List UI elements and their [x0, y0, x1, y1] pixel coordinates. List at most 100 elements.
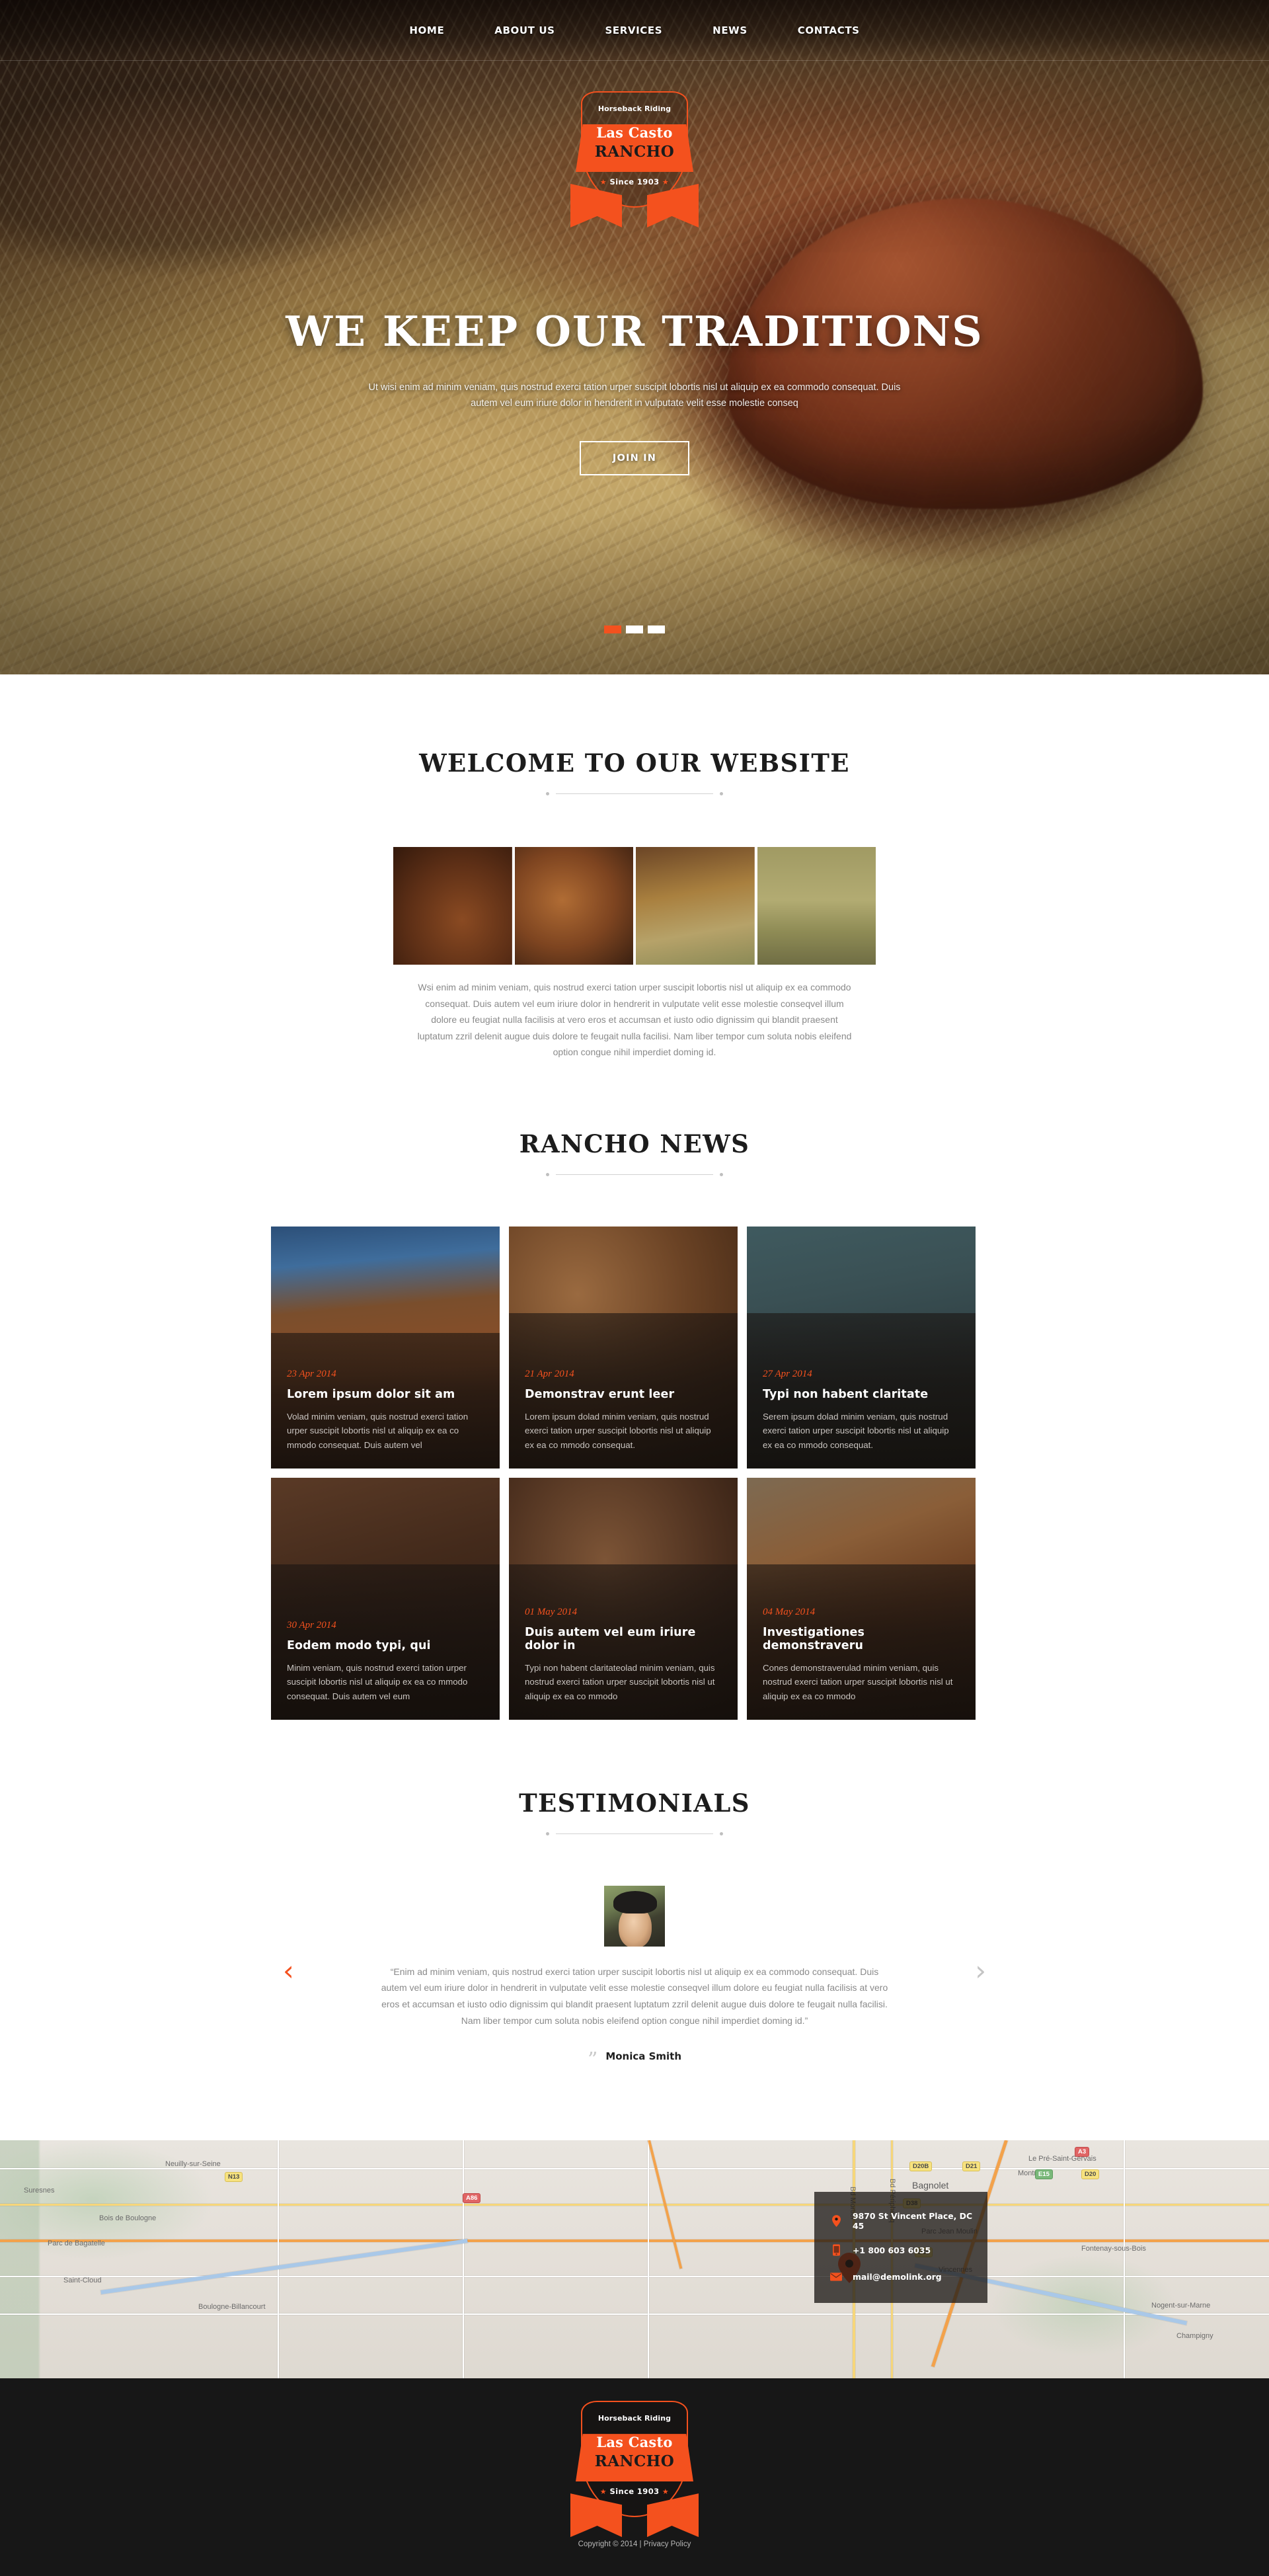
testimonial-avatar [604, 1885, 665, 1947]
slider-dot-2[interactable] [626, 625, 643, 633]
contact-address-row: 9870 St Vincent Place, DC 45 [829, 2205, 973, 2237]
section-divider [245, 1831, 1024, 1835]
carousel-next-arrow[interactable]: › [975, 1956, 986, 1985]
divider-line [556, 1833, 713, 1834]
star-icon: ★ [599, 178, 607, 186]
site-footer: Horseback Riding Las Casto RANCHO ★ Sinc… [0, 2378, 1269, 2576]
logo-name: Las Casto [596, 124, 673, 141]
news-card-title[interactable]: Duis autem vel eum iriure dolor in [525, 1626, 722, 1652]
envelope-icon [829, 2269, 843, 2284]
news-card[interactable]: 27 Apr 2014 Typi non habent claritate Se… [747, 1226, 976, 1469]
logo-since-label: Since 1903 [609, 177, 660, 186]
contact-info-box: 9870 St Vincent Place, DC 45 +1 800 603 … [814, 2192, 987, 2304]
slider-dot-3[interactable] [648, 625, 665, 633]
news-card-title[interactable]: Eodem modo typi, qui [287, 1639, 484, 1652]
join-in-button[interactable]: JOIN IN [579, 440, 690, 475]
nav-item-home[interactable]: HOME [384, 24, 469, 36]
divider-dot [546, 792, 549, 795]
logo-badge[interactable]: Horseback Riding Las Casto RANCHO ★ Sinc… [570, 91, 699, 227]
news-header: RANCHO NEWS [245, 1129, 1024, 1176]
contact-address: 9870 St Vincent Place, DC 45 [853, 2211, 973, 2232]
site-header: HOME ABOUT US SERVICES NEWS CONTACTS [0, 0, 1269, 61]
testimonials-title: TESTIMONIALS [519, 1788, 750, 1818]
news-card-title[interactable]: Typi non habent claritate [763, 1388, 960, 1401]
slider-pagination[interactable] [0, 625, 1269, 633]
divider-dot [720, 1831, 723, 1835]
star-icon: ★ [662, 2487, 670, 2497]
news-grid: 21 Apr 2014 Demonstrav erunt leer Lorem … [271, 1226, 998, 1720]
logo-name: Las Casto [596, 2434, 673, 2451]
news-card-date: 30 Apr 2014 [287, 1619, 336, 1630]
map-pin-icon [829, 2214, 843, 2228]
news-card[interactable]: 30 Apr 2014 Eodem modo typi, qui Minim v… [271, 1477, 500, 1720]
news-card-text: Serem ipsum dolad minim veniam, quis nos… [763, 1411, 949, 1450]
footer-logo-badge[interactable]: Horseback Riding Las Casto RANCHO ★ Sinc… [570, 2401, 699, 2538]
news-card-text: Minim veniam, quis nostrud exerci tation… [287, 1662, 468, 1701]
phone-icon [829, 2243, 843, 2257]
divider-dot [720, 1172, 723, 1176]
hero-description: Ut wisi enim ad minim veniam, quis nostr… [368, 382, 901, 409]
gallery-image-1[interactable] [393, 847, 512, 965]
logo-subname: RANCHO [594, 143, 675, 161]
hero-content: WE KEEP OUR TRADITIONS Ut wisi enim ad m… [0, 311, 1269, 475]
map-roads [0, 2140, 1269, 2379]
news-card-text: Typi non habent claritateolad minim veni… [525, 1662, 715, 1701]
map-section[interactable]: Bagnolet Bd Mortier Bd Périphériq Bois d… [0, 2140, 1269, 2379]
slider-dot-1[interactable] [604, 625, 621, 633]
testimonial-carousel: ‹ › “Enim ad minim veniam, quis nostrud … [283, 1885, 986, 2070]
contact-email[interactable]: mail@demolink.org [853, 2272, 942, 2282]
contact-phone[interactable]: +1 800 603 6035 [853, 2245, 931, 2255]
divider-dot [546, 1831, 549, 1835]
news-card[interactable]: 04 May 2014 Investigationes demonstraver… [747, 1477, 976, 1720]
testimonials-header: TESTIMONIALS [245, 1789, 1024, 1835]
news-card-date: 04 May 2014 [763, 1606, 816, 1617]
logo-since-label: Since 1903 [609, 2487, 660, 2497]
hero-slider: HOME ABOUT US SERVICES NEWS CONTACTS Hor… [0, 0, 1269, 674]
divider-dot [546, 1172, 549, 1176]
news-card-text: Cones demonstraverulad minim veniam, qui… [763, 1662, 953, 1701]
main-navigation: HOME ABOUT US SERVICES NEWS CONTACTS [0, 0, 1269, 61]
welcome-gallery [393, 847, 876, 965]
nav-item-services[interactable]: SERVICES [580, 24, 688, 36]
privacy-policy-link[interactable]: Privacy Policy [644, 2540, 691, 2548]
testimonials-section: TESTIMONIALS ‹ › “Enim ad minim veniam, … [0, 1720, 1269, 2141]
news-card-title[interactable]: Investigationes demonstraveru [763, 1626, 960, 1652]
news-card-title[interactable]: Lorem ipsum dolor sit am [287, 1388, 484, 1401]
testimonial-author-name: Monica Smith [605, 2050, 682, 2063]
logo-since: ★ Since 1903 ★ [576, 2487, 693, 2496]
gallery-image-3[interactable] [636, 847, 755, 965]
logo-since: ★ Since 1903 ★ [576, 177, 693, 186]
divider-line [556, 793, 713, 794]
section-divider [245, 792, 1024, 795]
contact-phone-row: +1 800 603 6035 [829, 2237, 973, 2263]
divider-dot [720, 792, 723, 795]
nav-item-contacts[interactable]: CONTACTS [773, 24, 885, 36]
news-card-date: 21 Apr 2014 [525, 1368, 574, 1379]
news-title: RANCHO NEWS [519, 1129, 750, 1158]
news-card-date: 27 Apr 2014 [763, 1368, 812, 1379]
gallery-image-2[interactable] [514, 847, 633, 965]
logo-tagline: Horseback Riding [597, 2414, 672, 2423]
news-card-text: Volad minim veniam, quis nostrud exerci … [287, 1411, 469, 1450]
logo-shield-shape: Horseback Riding Las Casto RANCHO ★ Sinc… [570, 2401, 699, 2538]
welcome-section: WELCOME TO OUR WEBSITE Wsi enim ad minim… [0, 674, 1269, 1061]
copyright-separator: | [639, 2540, 642, 2549]
testimonial-quote: “Enim ad minim veniam, quis nostrud exer… [381, 1966, 888, 2027]
testimonial-author-row: ” Monica Smith [311, 2046, 958, 2070]
news-card[interactable]: 23 Apr 2014 Lorem ipsum dolor sit am Vol… [271, 1226, 500, 1469]
carousel-prev-arrow[interactable]: ‹ [283, 1956, 294, 1985]
news-card[interactable]: 01 May 2014 Duis autem vel eum iriure do… [509, 1477, 738, 1720]
hero-title: WE KEEP OUR TRADITIONS [286, 307, 983, 356]
news-card-date: 23 Apr 2014 [287, 1368, 336, 1379]
nav-item-news[interactable]: NEWS [687, 24, 773, 36]
copyright-text: Copyright © 2014 [578, 2540, 638, 2549]
section-divider [245, 1172, 1024, 1176]
news-card-text: Lorem ipsum dolad minim veniam, quis nos… [525, 1411, 711, 1450]
logo-subname: RANCHO [594, 2452, 675, 2471]
nav-item-about-us[interactable]: ABOUT US [469, 24, 580, 36]
welcome-paragraph: Wsi enim ad minim veniam, quis nostrud e… [417, 982, 852, 1057]
news-card[interactable]: 21 Apr 2014 Demonstrav erunt leer Lorem … [509, 1226, 738, 1469]
welcome-header: WELCOME TO OUR WEBSITE [245, 748, 1024, 795]
gallery-image-4[interactable] [757, 847, 876, 965]
news-card-title[interactable]: Demonstrav erunt leer [525, 1388, 722, 1401]
